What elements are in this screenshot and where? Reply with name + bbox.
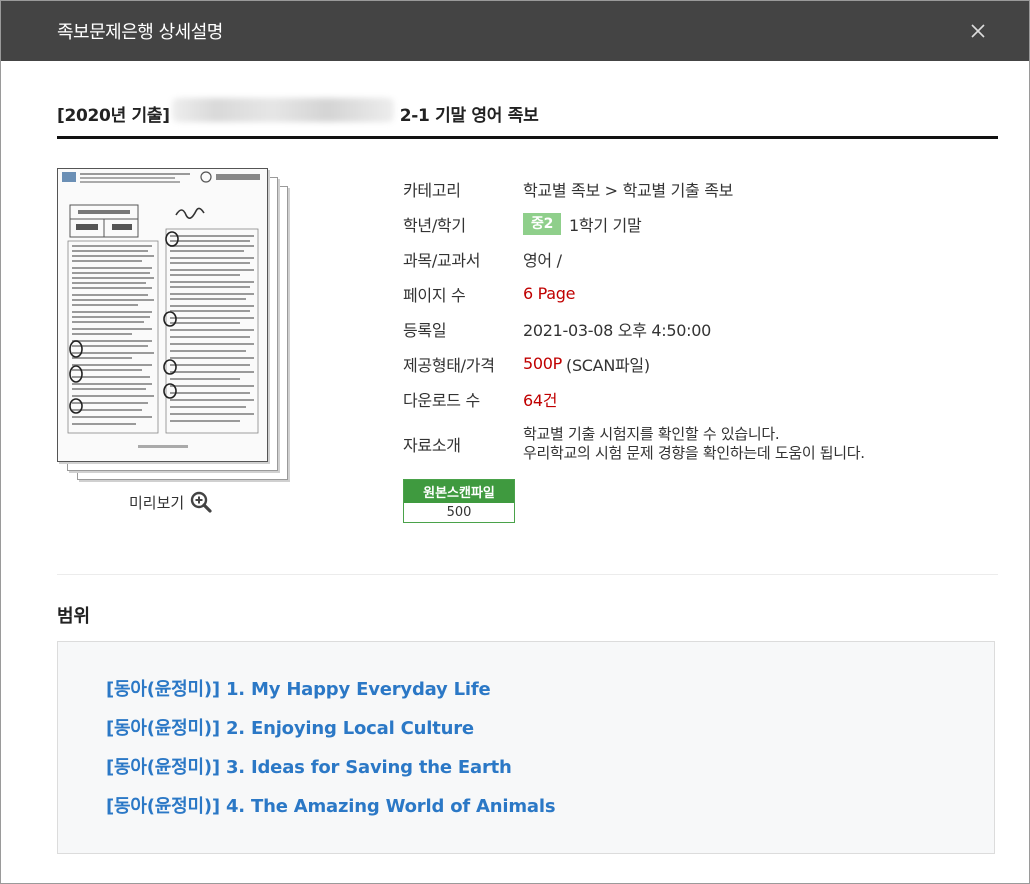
info-row-pages: 페이지 수 6 Page (403, 276, 1003, 311)
description-text: 학교별 기출 시험지를 확인할 수 있습니다. 우리학교의 시험 문제 경향을 … (523, 425, 865, 463)
thumbnail-page-front (57, 168, 268, 462)
scan-file-price: 500 (446, 505, 472, 520)
price-value: 500P (523, 354, 562, 373)
description-line-1: 학교별 기출 시험지를 확인할 수 있습니다. (523, 425, 780, 443)
pages-value: 6 Page (523, 284, 576, 303)
info-row-date: 등록일 2021-03-08 오후 4:50:00 (403, 311, 1003, 346)
document-title-suffix: 2-1 기말 영어 족보 (399, 106, 539, 126)
grade-value: 1학기 기말 (569, 215, 642, 235)
range-list: [동아(윤정미)] 1. My Happy Everyday Life [동아(… (57, 641, 995, 854)
info-row-price: 제공형태/가격 500P (SCAN파일) (403, 346, 1003, 381)
downloads-label: 다운로드 수 (403, 390, 480, 410)
info-row-subject: 과목/교과서 영어 / (403, 241, 1003, 276)
range-item-1[interactable]: [동아(윤정미)] 1. My Happy Everyday Life (106, 678, 994, 717)
price-value-wrap: 500P (SCAN파일) (523, 352, 650, 376)
price-label: 제공형태/가격 (403, 355, 495, 375)
preview-label: 미리보기 (129, 493, 185, 512)
subject-value: 영어 / (523, 250, 562, 270)
document-title-prefix: [2020년 기출] (57, 106, 170, 126)
close-icon (971, 24, 985, 38)
document-title: [2020년 기출] 2-1 기말 영어 족보 (57, 98, 998, 139)
info-row-description: 자료소개 학교별 기출 시험지를 확인할 수 있습니다. 우리학교의 시험 문제… (403, 416, 1003, 472)
description-line-2: 우리학교의 시험 문제 경향을 확인하는데 도움이 됩니다. (523, 444, 865, 462)
date-label: 등록일 (403, 320, 447, 340)
info-row-downloads: 다운로드 수 64건 (403, 381, 1003, 416)
pages-label: 페이지 수 (403, 285, 466, 305)
downloads-value: 64건 (523, 390, 558, 410)
subject-label: 과목/교과서 (403, 250, 481, 270)
scan-file-button[interactable]: 원본스캔파일 500 (403, 479, 515, 523)
category-label: 카테고리 (403, 180, 461, 200)
exam-thumbnail[interactable] (57, 168, 289, 486)
grade-badge: 중2 (523, 212, 562, 235)
grade-value-wrap: 중2 1학기 기말 (523, 212, 642, 236)
modal-header: 족보문제은행 상세설명 (1, 1, 1029, 61)
range-item-4[interactable]: [동아(윤정미)] 4. The Amazing World of Animal… (106, 795, 994, 834)
preview-button[interactable]: 미리보기 (129, 491, 212, 513)
detail-modal: 족보문제은행 상세설명 [2020년 기출] 2-1 기말 영어 족보 미리보기… (0, 0, 1030, 884)
range-item-3[interactable]: [동아(윤정미)] 3. Ideas for Saving the Earth (106, 756, 994, 795)
range-item-2[interactable]: [동아(윤정미)] 2. Enjoying Local Culture (106, 717, 994, 756)
section-divider (57, 574, 998, 575)
info-row-grade: 학년/학기 중2 1학기 기말 (403, 206, 1003, 241)
info-table: 카테고리 학교별 족보 > 학교별 기출 족보 학년/학기 중2 1학기 기말 … (403, 171, 1003, 472)
info-row-category: 카테고리 학교별 족보 > 학교별 기출 족보 (403, 171, 1003, 206)
scan-file-label: 원본스캔파일 (404, 480, 514, 503)
date-value: 2021-03-08 오후 4:50:00 (523, 320, 711, 340)
exam-sheet-image (58, 169, 267, 461)
zoom-in-icon (191, 491, 212, 513)
description-label: 자료소개 (403, 436, 461, 455)
category-value: 학교별 족보 > 학교별 기출 족보 (523, 180, 734, 200)
modal-title: 족보문제은행 상세설명 (57, 22, 223, 43)
grade-label: 학년/학기 (403, 215, 466, 235)
price-note: (SCAN파일) (566, 355, 650, 375)
redacted-school-name (171, 98, 394, 122)
close-button[interactable] (967, 20, 989, 42)
range-heading: 범위 (57, 606, 91, 627)
